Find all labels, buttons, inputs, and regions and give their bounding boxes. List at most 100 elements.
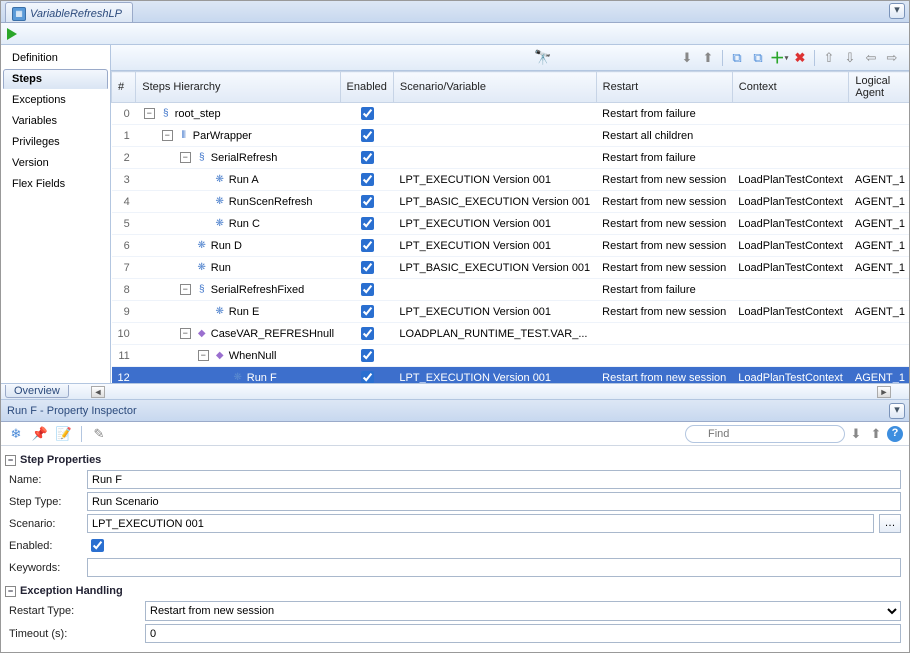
edit-props-icon[interactable]: 📝 — [55, 425, 73, 443]
section-toggle-exception[interactable]: − — [5, 586, 16, 597]
freeze-icon[interactable]: ❄ — [7, 425, 25, 443]
select-restarttype[interactable]: Restart from new session — [145, 601, 901, 621]
section-toggle-stepprops[interactable]: − — [5, 455, 16, 466]
scenario-browse-button[interactable]: … — [879, 514, 901, 533]
cell-restart: Restart from new session — [596, 257, 732, 279]
table-row[interactable]: 7❋ RunLPT_BASIC_EXECUTION Version 001Res… — [112, 257, 910, 279]
find-prev-icon[interactable]: ⬆ — [867, 425, 885, 443]
collapse-all-icon[interactable]: ⬆ — [699, 49, 717, 67]
hscroll-right[interactable]: ► — [877, 386, 891, 398]
cell-context — [732, 345, 849, 367]
row-enabled-checkbox[interactable] — [361, 261, 374, 274]
delete-step-button[interactable]: ✖ — [791, 49, 809, 67]
table-row[interactable]: 12❋ Run FLPT_EXECUTION Version 001Restar… — [112, 367, 910, 384]
copy-icon[interactable]: ⧉ — [728, 49, 746, 67]
tree-expander[interactable]: − — [198, 350, 209, 361]
cell-restart: Restart from failure — [596, 103, 732, 125]
left-tab-version[interactable]: Version — [3, 153, 108, 173]
col-hierarchy[interactable]: Steps Hierarchy — [136, 72, 340, 103]
collapse-editor-button[interactable]: ▾ — [889, 3, 905, 19]
add-step-button[interactable]: ＋▾ — [770, 49, 788, 67]
label-scenario: Scenario: — [9, 518, 81, 530]
editor-tab-variablerefreshlp[interactable]: VariableRefreshLP — [5, 2, 133, 22]
move-left-icon[interactable]: ⇦ — [862, 49, 880, 67]
table-row[interactable]: 2−§ SerialRefreshRestart from failure — [112, 147, 910, 169]
step-label: Run — [211, 262, 231, 274]
row-enabled-checkbox[interactable] — [361, 371, 374, 383]
input-timeout[interactable] — [145, 624, 901, 643]
table-row[interactable]: 8−§ SerialRefreshFixedRestart from failu… — [112, 279, 910, 301]
table-row[interactable]: 0−§ root_stepRestart from failure — [112, 103, 910, 125]
table-row[interactable]: 10−◆ CaseVAR_REFRESHnullLOADPLAN_RUNTIME… — [112, 323, 910, 345]
left-tab-definition[interactable]: Definition — [3, 48, 108, 68]
input-scenario[interactable] — [87, 514, 874, 533]
row-enabled-checkbox[interactable] — [361, 239, 374, 252]
cell-restart: Restart from new session — [596, 301, 732, 323]
left-tab-variables[interactable]: Variables — [3, 111, 108, 131]
left-tab-exceptions[interactable]: Exceptions — [3, 90, 108, 110]
pencil-icon[interactable]: ✎ — [90, 425, 108, 443]
move-down-icon[interactable]: ⇩ — [841, 49, 859, 67]
pin-icon[interactable]: 📌 — [31, 425, 49, 443]
cell-agent — [849, 125, 909, 147]
find-next-icon[interactable]: ⬇ — [847, 425, 865, 443]
row-enabled-checkbox[interactable] — [361, 129, 374, 142]
paste-icon[interactable]: ⧉ — [749, 49, 767, 67]
hscroll-left[interactable]: ◄ — [91, 386, 105, 398]
tree-expander[interactable]: − — [180, 152, 191, 163]
row-enabled-checkbox[interactable] — [361, 195, 374, 208]
left-tab-flex-fields[interactable]: Flex Fields — [3, 174, 108, 194]
move-right-icon[interactable]: ⇨ — [883, 49, 901, 67]
move-up-icon[interactable]: ⇧ — [820, 49, 838, 67]
table-row[interactable]: 4❋ RunScenRefreshLPT_BASIC_EXECUTION Ver… — [112, 191, 910, 213]
tree-expander[interactable]: − — [162, 130, 173, 141]
find-input[interactable] — [685, 425, 845, 443]
col-restart[interactable]: Restart — [596, 72, 732, 103]
tree-expander[interactable]: − — [144, 108, 155, 119]
col-context[interactable]: Context — [732, 72, 849, 103]
help-button[interactable]: ? — [887, 426, 903, 442]
table-row[interactable]: 6❋ Run DLPT_EXECUTION Version 001Restart… — [112, 235, 910, 257]
cell-context — [732, 323, 849, 345]
row-enabled-checkbox[interactable] — [361, 327, 374, 340]
editor-tab-label: VariableRefreshLP — [30, 8, 122, 20]
case-icon: ◆ — [195, 327, 209, 341]
col-number[interactable]: # — [112, 72, 136, 103]
collapse-inspector-button[interactable]: ▾ — [889, 403, 905, 419]
cell-agent: AGENT_1 — [849, 367, 909, 384]
table-row[interactable]: 11−◆ WhenNull — [112, 345, 910, 367]
row-enabled-checkbox[interactable] — [361, 217, 374, 230]
run-button[interactable] — [7, 28, 17, 40]
row-enabled-checkbox[interactable] — [361, 305, 374, 318]
checkbox-enabled[interactable] — [91, 539, 104, 552]
row-enabled-checkbox[interactable] — [361, 173, 374, 186]
table-row[interactable]: 1−⫴ ParWrapperRestart all children — [112, 125, 910, 147]
tree-expander[interactable]: − — [180, 328, 191, 339]
col-scenario[interactable]: Scenario/Variable — [393, 72, 596, 103]
row-enabled-checkbox[interactable] — [361, 349, 374, 362]
table-row[interactable]: 5❋ Run CLPT_EXECUTION Version 001Restart… — [112, 213, 910, 235]
cell-context: LoadPlanTestContext — [732, 235, 849, 257]
gear-icon: ❋ — [195, 239, 209, 253]
input-name[interactable] — [87, 470, 901, 489]
search-icon[interactable]: 🔭 — [534, 49, 552, 67]
left-tab-steps[interactable]: Steps — [3, 69, 108, 89]
cell-restart: Restart from new session — [596, 235, 732, 257]
overview-tab[interactable]: Overview — [5, 385, 69, 398]
cell-context: LoadPlanTestContext — [732, 301, 849, 323]
expand-all-icon[interactable]: ⬇ — [678, 49, 696, 67]
input-keywords[interactable] — [87, 558, 901, 577]
table-row[interactable]: 9❋ Run ELPT_EXECUTION Version 001Restart… — [112, 301, 910, 323]
col-enabled[interactable]: Enabled — [340, 72, 393, 103]
col-agent[interactable]: Logical Agent — [849, 72, 909, 103]
cell-context: LoadPlanTestContext — [732, 367, 849, 384]
row-enabled-checkbox[interactable] — [361, 151, 374, 164]
left-tab-privileges[interactable]: Privileges — [3, 132, 108, 152]
tree-expander[interactable]: − — [180, 284, 191, 295]
row-enabled-checkbox[interactable] — [361, 107, 374, 120]
cell-scenario — [393, 147, 596, 169]
table-row[interactable]: 3❋ Run ALPT_EXECUTION Version 001Restart… — [112, 169, 910, 191]
row-enabled-checkbox[interactable] — [361, 283, 374, 296]
gear-icon: ❋ — [231, 371, 245, 384]
input-steptype[interactable] — [87, 492, 901, 511]
